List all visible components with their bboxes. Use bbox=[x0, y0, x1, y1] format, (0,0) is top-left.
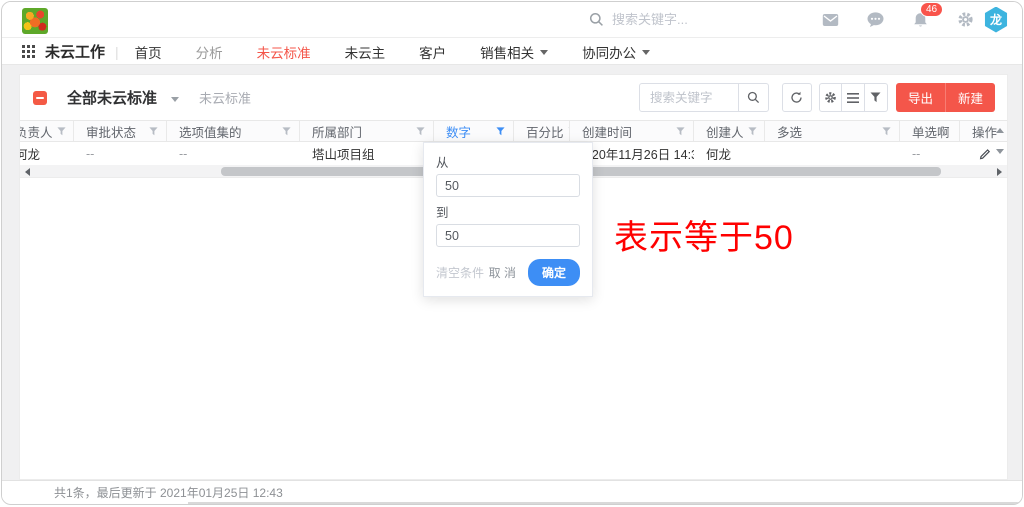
column-label: 创建人 bbox=[706, 122, 744, 141]
column-label: 数字 bbox=[446, 122, 492, 141]
cell-single-select: -- bbox=[900, 147, 960, 161]
export-button[interactable]: 导出 bbox=[896, 83, 946, 112]
nav-item-customers[interactable]: 客户 bbox=[419, 42, 446, 62]
scroll-left-arrow[interactable] bbox=[25, 168, 30, 176]
nav-divider: | bbox=[115, 44, 119, 60]
column-filter-icon[interactable] bbox=[149, 127, 158, 136]
list-search[interactable] bbox=[639, 83, 769, 112]
nav-item-sales[interactable]: 销售相关 bbox=[480, 42, 548, 62]
column-label: 审批状态 bbox=[86, 122, 145, 141]
gear-icon bbox=[824, 91, 837, 104]
filter-icon bbox=[870, 92, 881, 103]
from-input[interactable] bbox=[436, 174, 580, 197]
bell-icon[interactable]: 46 bbox=[911, 11, 929, 29]
scroll-right-arrow[interactable] bbox=[997, 168, 1002, 176]
cell-approval: -- bbox=[74, 147, 167, 161]
nav-item-home[interactable]: 首页 bbox=[135, 42, 162, 62]
nav-item-weiyun-standard[interactable]: 未云标准 bbox=[257, 42, 311, 62]
cell-owner: 何龙 bbox=[20, 144, 74, 163]
column-header-created-time[interactable]: 创建时间 bbox=[570, 121, 694, 141]
list-icon bbox=[847, 93, 859, 103]
nav-item-collaboration-label: 协同办公 bbox=[582, 42, 636, 62]
confirm-button[interactable]: 确定 bbox=[528, 259, 580, 286]
column-header-department[interactable]: 所属部门 bbox=[300, 121, 434, 141]
refresh-button[interactable] bbox=[782, 83, 812, 112]
settings-button[interactable] bbox=[819, 83, 842, 112]
cell-option-set: -- bbox=[167, 147, 300, 161]
search-icon bbox=[589, 12, 604, 27]
nav-item-weiyun-main[interactable]: 未云主 bbox=[345, 42, 386, 62]
column-header-owner[interactable]: 负责人 bbox=[20, 121, 74, 141]
view-subtitle: 未云标准 bbox=[199, 88, 251, 107]
column-filter-icon[interactable] bbox=[748, 127, 757, 136]
chat-icon[interactable] bbox=[866, 11, 884, 29]
search-icon bbox=[747, 91, 760, 104]
view-icon bbox=[33, 91, 47, 105]
column-header-approval[interactable]: 审批状态 bbox=[74, 121, 167, 141]
column-label: 选项值集的 bbox=[179, 122, 278, 141]
to-label: 到 bbox=[436, 202, 580, 221]
list-toolbar: 全部未云标准 未云标准 bbox=[20, 75, 1007, 120]
chevron-down-icon bbox=[540, 50, 548, 55]
filter-button[interactable] bbox=[865, 83, 888, 112]
column-header-option-set[interactable]: 选项值集的 bbox=[167, 121, 300, 141]
cancel-button[interactable]: 取 消 bbox=[489, 264, 516, 281]
annotation-text: 表示等于50 bbox=[614, 210, 794, 259]
workspace-title[interactable]: 未云工作 bbox=[45, 41, 105, 62]
scroll-up-arrow[interactable] bbox=[996, 128, 1004, 133]
view-title[interactable]: 全部未云标准 bbox=[67, 87, 157, 108]
column-header-multi-select[interactable]: 多选 bbox=[765, 121, 900, 141]
column-filter-icon[interactable] bbox=[416, 127, 425, 136]
number-filter-popup: 从 到 清空条件 取 消 确定 bbox=[423, 142, 593, 297]
company-logo[interactable] bbox=[22, 8, 48, 34]
column-filter-icon[interactable] bbox=[57, 127, 66, 136]
column-label: 单选啊 bbox=[912, 122, 951, 141]
nav-item-sales-label: 销售相关 bbox=[480, 42, 534, 62]
record-summary: 共1条，最后更新于 2021年01月25日 12:43 bbox=[54, 484, 283, 501]
global-search[interactable] bbox=[589, 12, 821, 27]
mail-icon[interactable] bbox=[821, 11, 839, 29]
column-label: 百分比 bbox=[526, 122, 564, 141]
gear-icon[interactable] bbox=[956, 11, 974, 29]
nav-item-collaboration[interactable]: 协同办公 bbox=[582, 42, 650, 62]
list-search-input[interactable] bbox=[640, 91, 738, 105]
create-button[interactable]: 新建 bbox=[946, 83, 995, 112]
refresh-icon bbox=[790, 91, 803, 104]
clear-filter-button[interactable]: 清空条件 bbox=[436, 264, 484, 281]
chevron-down-icon bbox=[642, 50, 650, 55]
window-scrollbar-thumb[interactable] bbox=[188, 502, 1022, 505]
to-input[interactable] bbox=[436, 224, 580, 247]
cell-creator: 何龙 bbox=[694, 144, 765, 163]
nav-item-analysis[interactable]: 分析 bbox=[196, 42, 223, 62]
column-header-single-select[interactable]: 单选啊 bbox=[900, 121, 960, 141]
status-bar: 共1条，最后更新于 2021年01月25日 12:43 bbox=[2, 480, 1022, 503]
table-header: 负责人 审批状态 选项值集的 所属部门 数字 bbox=[20, 120, 1007, 142]
scroll-down-arrow[interactable] bbox=[996, 149, 1004, 154]
list-view-button[interactable] bbox=[842, 83, 865, 112]
apps-grid-icon[interactable] bbox=[22, 45, 35, 58]
global-search-input[interactable] bbox=[612, 12, 772, 27]
column-label: 多选 bbox=[777, 122, 878, 141]
column-header-creator[interactable]: 创建人 bbox=[694, 121, 765, 141]
vertical-scrollbar[interactable] bbox=[995, 122, 1004, 160]
column-filter-icon-active[interactable] bbox=[496, 127, 505, 136]
column-filter-icon[interactable] bbox=[282, 127, 291, 136]
cell-department: 塔山项目组 bbox=[300, 144, 434, 163]
column-filter-icon[interactable] bbox=[882, 127, 891, 136]
column-label: 负责人 bbox=[20, 122, 53, 141]
column-filter-icon[interactable] bbox=[676, 127, 685, 136]
column-header-percent[interactable]: 百分比 bbox=[514, 121, 570, 141]
column-header-number[interactable]: 数字 bbox=[434, 121, 514, 141]
app-window: 46 龙 未云工作 | 首页 分析 未云标准 bbox=[1, 1, 1023, 505]
main-nav: 未云工作 | 首页 分析 未云标准 未云主 客户 销售相关 协同办公 bbox=[2, 39, 1022, 65]
notification-badge: 46 bbox=[920, 2, 943, 17]
column-label: 所属部门 bbox=[312, 122, 412, 141]
from-label: 从 bbox=[436, 152, 580, 171]
top-bar: 46 龙 bbox=[2, 2, 1022, 38]
column-label: 创建时间 bbox=[582, 122, 672, 141]
edit-pencil-icon[interactable] bbox=[979, 147, 992, 160]
chevron-down-icon[interactable] bbox=[171, 97, 179, 102]
user-avatar[interactable]: 龙 bbox=[984, 7, 1008, 33]
list-search-button[interactable] bbox=[738, 84, 768, 111]
